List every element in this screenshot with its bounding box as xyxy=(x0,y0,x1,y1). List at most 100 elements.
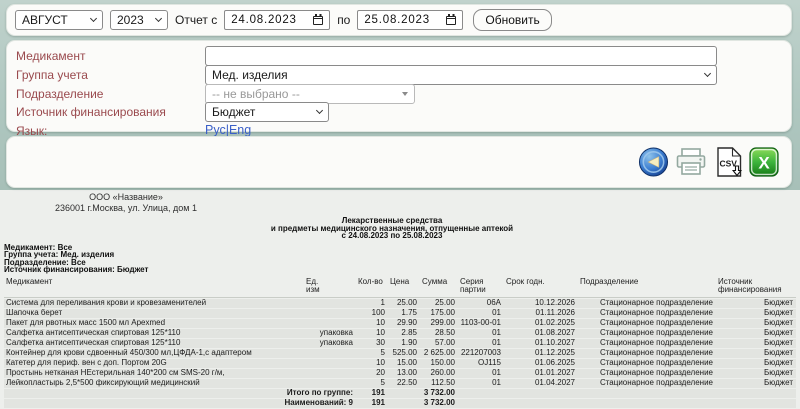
toolbar-panel: АВГУСТ 2023 Отчет с 24.08.2023 по 25.08.… xyxy=(6,4,792,36)
table-row: Салфетка антисептическая спиртовая 125*1… xyxy=(4,339,796,348)
table-cell: упаковка xyxy=(304,329,356,338)
table-cell xyxy=(304,299,356,308)
back-button[interactable] xyxy=(638,147,669,178)
column-header: Серия партии xyxy=(458,277,504,298)
refresh-button[interactable]: Обновить xyxy=(473,9,551,31)
table-cell: 221207003 xyxy=(458,349,504,358)
table-cell: 57.00 xyxy=(420,339,458,348)
table-cell: 191 xyxy=(356,399,388,408)
table-cell: 01 xyxy=(458,379,504,388)
table-cell: Салфетка антисептическая спиртовая 125*1… xyxy=(4,329,304,338)
table-cell: 2 625.00 xyxy=(420,349,458,358)
table-cell: Лейкопластырь 2,5*500 фиксирующий медици… xyxy=(4,379,304,388)
medicament-label: Медикамент xyxy=(16,49,85,63)
table-cell: 01 xyxy=(458,329,504,338)
table-cell: 01 xyxy=(458,309,504,318)
table-cell: Шапочка берет xyxy=(4,309,304,318)
table-row: Контейнер для крови сдвоенный 450/300 мл… xyxy=(4,349,796,358)
medicament-input[interactable] xyxy=(205,46,717,66)
table-cell: Бюджет xyxy=(716,309,796,318)
table-cell xyxy=(458,399,504,408)
table-cell: упаковка xyxy=(304,339,356,348)
table-cell: Бюджет xyxy=(716,329,796,338)
table-cell xyxy=(304,319,356,328)
language-toggle[interactable]: Рус|Eng xyxy=(205,123,251,137)
column-header: Медикамент xyxy=(4,277,304,298)
table-cell: 2.85 xyxy=(388,329,420,338)
table-cell: 20 xyxy=(356,369,388,378)
filter-row-department: Подразделение -- не выбрано -- xyxy=(7,84,791,104)
calendar-icon[interactable] xyxy=(446,16,456,25)
company-block: ООО «Название» 236001 г.Москва, ул. Улиц… xyxy=(44,192,208,213)
table-cell xyxy=(504,399,578,408)
table-cell: 28.50 xyxy=(420,329,458,338)
table-cell: 29.90 xyxy=(388,319,420,328)
summary-line: Источник финансирования: Бюджет xyxy=(4,266,148,273)
table-total-row: Итого по группе:1913 732.00 xyxy=(4,389,796,398)
table-cell: Бюджет xyxy=(716,349,796,358)
table-row: Шапочка берет1001.75175.000101.11.2026Ст… xyxy=(4,309,796,318)
excel-export-button[interactable]: X xyxy=(749,147,779,177)
company-address: 236001 г.Москва, ул. Улица, дом 1 xyxy=(44,203,208,214)
funding-select[interactable]: Бюджет xyxy=(205,102,329,122)
table-cell: 01.06.2025 xyxy=(504,359,578,368)
table-cell: 5 xyxy=(356,349,388,358)
report-table: МедикаментЕд. измКол-воЦенаСуммаСерия па… xyxy=(4,276,796,409)
table-cell: Бюджет xyxy=(716,339,796,348)
excel-icon: X xyxy=(749,147,779,177)
company-name: ООО «Название» xyxy=(44,192,208,203)
table-cell: 260.00 xyxy=(420,369,458,378)
table-cell: 01.10.2027 xyxy=(504,339,578,348)
table-cell: 191 xyxy=(356,389,388,398)
table-cell: 1103-00-01 xyxy=(458,319,504,328)
chevron-down-icon xyxy=(704,70,711,77)
table-cell xyxy=(304,369,356,378)
table-cell: Стационарное подразделение xyxy=(578,309,716,318)
svg-text:X: X xyxy=(758,154,770,173)
month-select[interactable]: АВГУСТ xyxy=(15,10,103,30)
table-cell: 10 xyxy=(356,359,388,368)
table-cell xyxy=(504,389,578,398)
table-cell: Стационарное подразделение xyxy=(578,359,716,368)
table-cell: 10.12.2026 xyxy=(504,299,578,308)
table-cell xyxy=(388,389,420,398)
group-label: Группа учета xyxy=(16,68,88,82)
chevron-down-icon xyxy=(316,107,323,114)
table-row: Система для переливания крови и кровезам… xyxy=(4,299,796,308)
table-cell: Стационарное подразделение xyxy=(578,319,716,328)
table-cell: 1.75 xyxy=(388,309,420,318)
table-cell: Стационарное подразделение xyxy=(578,329,716,338)
table-cell: Бюджет xyxy=(716,319,796,328)
group-select-value: Мед. изделия xyxy=(212,68,288,82)
date-to-value: 25.08.2023 xyxy=(364,14,430,26)
column-header: Подразделение xyxy=(578,277,716,298)
table-row: Катетер для периф. вен с доп. Портом 20G… xyxy=(4,359,796,368)
table-cell xyxy=(578,399,716,408)
date-to-input[interactable]: 25.08.2023 xyxy=(357,10,463,30)
year-select[interactable]: 2023 xyxy=(110,10,168,30)
table-cell xyxy=(304,379,356,388)
print-button[interactable] xyxy=(675,147,707,177)
filters-panel: Медикамент Группа учета Мед. изделия Под… xyxy=(6,40,792,132)
date-from-input[interactable]: 24.08.2023 xyxy=(224,10,330,30)
table-row: Лейкопластырь 2,5*500 фиксирующий медици… xyxy=(4,379,796,388)
table-cell: Стационарное подразделение xyxy=(578,349,716,358)
month-select-value: АВГУСТ xyxy=(22,13,68,27)
table-cell: 01.08.2027 xyxy=(504,329,578,338)
table-cell: 1 xyxy=(356,299,388,308)
table-cell: 01.11.2026 xyxy=(504,309,578,318)
calendar-icon[interactable] xyxy=(313,16,323,25)
group-select[interactable]: Мед. изделия xyxy=(205,65,717,85)
table-cell: Стационарное подразделение xyxy=(578,299,716,308)
funding-select-value: Бюджет xyxy=(212,105,255,119)
report-filter-summary: Медикамент: Все Группа учета: Мед. издел… xyxy=(4,244,148,273)
csv-export-button[interactable]: CSV xyxy=(716,147,743,178)
table-cell: Стационарное подразделение xyxy=(578,369,716,378)
table-cell: 150.00 xyxy=(420,359,458,368)
year-select-value: 2023 xyxy=(117,13,144,27)
date-from-value: 24.08.2023 xyxy=(231,14,297,26)
table-row: Салфетка антисептическая спиртовая 125*1… xyxy=(4,329,796,338)
department-select[interactable]: -- не выбрано -- xyxy=(205,84,415,104)
table-cell: Салфетка антисептическая спиртовая 125*1… xyxy=(4,339,304,348)
table-cell: 06А xyxy=(458,299,504,308)
